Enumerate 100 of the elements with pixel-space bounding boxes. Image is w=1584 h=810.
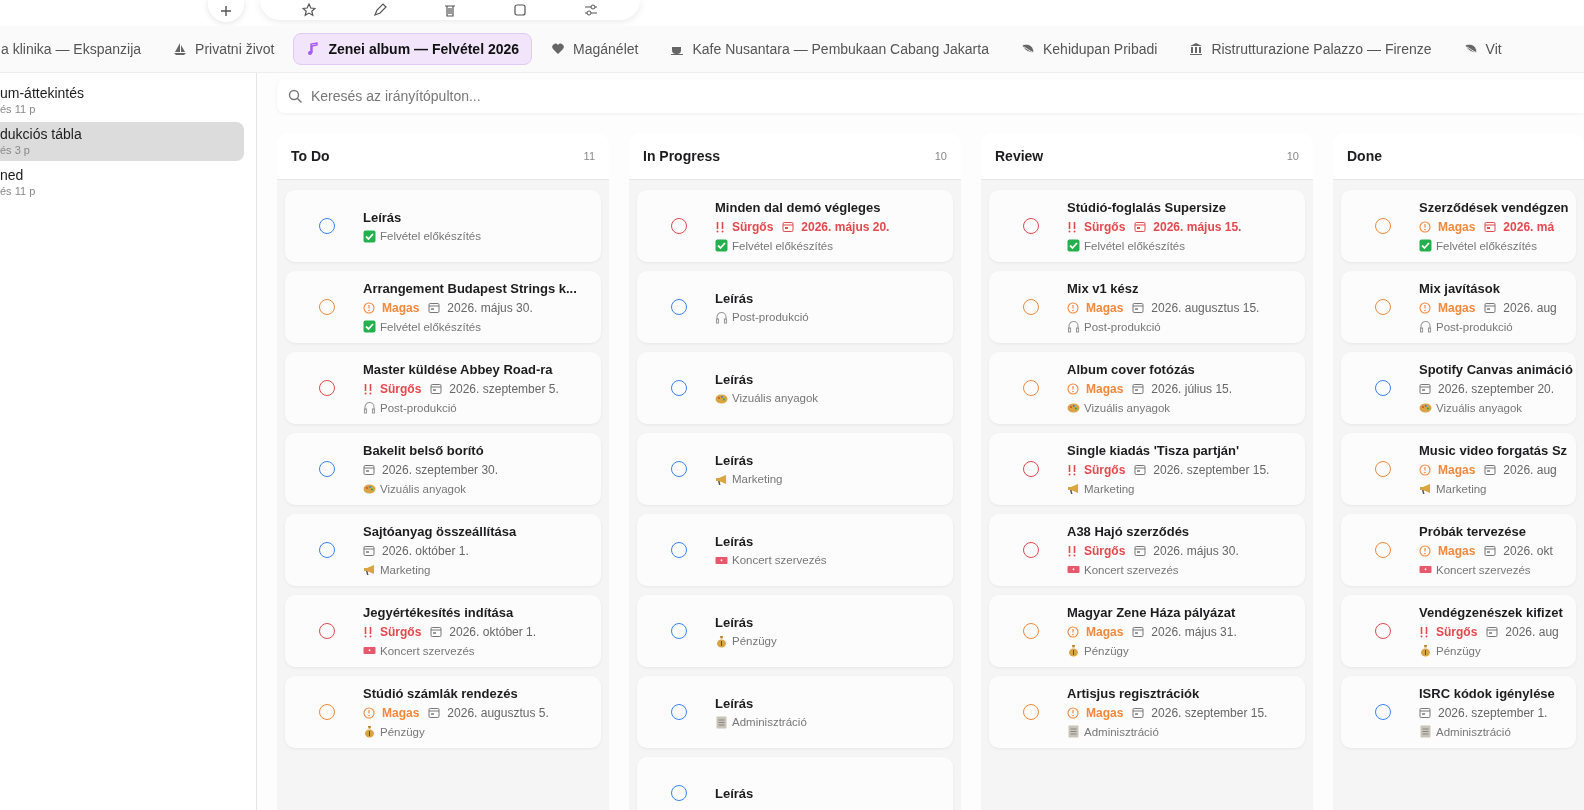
project-tab[interactable]: Kehidupan Pribadi (1007, 33, 1171, 65)
task-card[interactable]: Vendégzenészek kifizet Sürgős 2026. aug Pénzügy (1341, 595, 1576, 667)
task-card[interactable]: Single kiadás 'Tisza partján' Sürgős 2026. szeptember 15. Marketing (989, 433, 1305, 505)
task-card[interactable]: Leírás Marketing (637, 433, 953, 505)
task-card[interactable]: Leírás Koncert szervezés (637, 514, 953, 586)
trash-icon[interactable] (442, 3, 457, 17)
task-title: Leírás (363, 209, 403, 225)
double-exclamation-icon (1067, 545, 1077, 557)
sidebar-item[interactable]: ned és 11 p (0, 163, 244, 202)
card-count: 10 (1286, 150, 1299, 162)
ticket-icon (1419, 563, 1432, 576)
task-card[interactable]: Próbák tervezése Magas 2026. okt Koncert szervezés (1341, 514, 1576, 586)
search-field[interactable]: Keresés az irányítópulton... (277, 79, 1584, 113)
project-tab[interactable]: Privatni život (160, 33, 288, 65)
due-date: 2026. aug (1503, 301, 1557, 315)
task-card[interactable]: Spotify Canvas animáció 2026. szeptember 20. Vizuális anyagok (1341, 352, 1576, 424)
megaphone-icon (1067, 482, 1080, 495)
task-title: Mix javítások (1419, 281, 1501, 296)
sidebar-item[interactable]: dukciós tábla és 3 p (0, 122, 244, 161)
priority-label: Magas (1086, 382, 1124, 396)
task-card[interactable]: Master küldése Abbey Road-ra Sürgős 2026. szeptember 5. Post-produkció (285, 352, 601, 424)
priority-label: Sürgős (1084, 544, 1126, 558)
priority-label: Magas (1438, 220, 1476, 234)
document-icon (1067, 725, 1080, 738)
priority-label: Sürgős (380, 625, 422, 639)
project-tab[interactable]: Ristrutturazione Palazzo — Firenze (1176, 33, 1445, 65)
task-card[interactable]: Leírás Felvétel előkészítés (285, 190, 601, 262)
document-icon (715, 715, 728, 729)
task-card[interactable]: Mix javítások Magas 2026. aug Post-produkció (1341, 271, 1576, 343)
task-card[interactable]: Arrangement Budapest Strings k... Magas 2026. május 30. Felvétel előkészítés (285, 271, 601, 343)
project-tab[interactable]: Kafe Nusantara — Pembukaan Cabang Jakarta (657, 33, 1002, 65)
task-card[interactable]: Leírás Adminisztráció (637, 676, 953, 748)
due-date: 2026. szeptember 30. (382, 463, 499, 477)
task-title: Szerződések vendégzen (1419, 200, 1569, 215)
checkbox-icon (1419, 239, 1432, 252)
task-card[interactable]: Sajtóanyag összeállítása 2026. október 1. Marketing (285, 514, 601, 586)
heart-icon (551, 42, 566, 56)
ticket-icon (363, 644, 376, 657)
pen-icon[interactable] (372, 3, 387, 17)
task-title: Arrangement Budapest Strings k... (363, 281, 577, 296)
task-card[interactable]: Minden dal demó végleges Sürgős 2026. május 20. Felvétel előkészítés (637, 190, 953, 262)
task-title: Próbák tervezése (1419, 524, 1527, 539)
task-card[interactable]: A38 Hajó szerződés Sürgős 2026. május 30. Koncert szervezés (989, 514, 1305, 586)
sliders-icon[interactable] (583, 3, 598, 17)
star-icon[interactable] (302, 3, 317, 17)
alert-circle-icon (1419, 221, 1431, 233)
task-title: Album cover fotózás (1067, 362, 1196, 377)
task-card[interactable]: Album cover fotózás Magas 2026. július 15. Vizuális anyagok (989, 352, 1305, 424)
calendar-icon (1419, 383, 1431, 395)
task-card[interactable]: Bakelit belső borító 2026. szeptember 30. Vizuális anyagok (285, 433, 601, 505)
task-card[interactable]: Leírás (637, 757, 953, 810)
priority-label: Sürgős (380, 382, 422, 396)
calendar-icon (1484, 221, 1497, 233)
calendar-icon (363, 464, 375, 476)
leaf-icon (1020, 42, 1035, 56)
task-card[interactable]: Jegyértékesítés indítása Sürgős 2026. október 1. Koncert szervezés (285, 595, 601, 667)
due-date: 2026. május 20. (801, 220, 890, 234)
double-exclamation-icon (1067, 221, 1077, 233)
task-card[interactable]: Mix v1 kész Magas 2026. augusztus 15. Post-produkció (989, 271, 1305, 343)
headphones-icon (1419, 320, 1432, 333)
calendar-icon (782, 221, 795, 233)
task-card[interactable]: Leírás Vizuális anyagok (637, 352, 953, 424)
due-date: 2026. május 30. (447, 301, 533, 315)
task-title: Single kiadás 'Tisza partján' (1067, 443, 1241, 458)
task-card[interactable]: Leírás Pénzügy (637, 595, 953, 667)
add-button[interactable] (208, 0, 244, 22)
alert-circle-icon (363, 707, 375, 719)
project-tab[interactable]: Magánélet (538, 33, 652, 65)
due-date: 2026. okt (1503, 544, 1553, 558)
sidebar-item[interactable]: um-áttekintés és 11 p (0, 81, 244, 120)
task-card[interactable]: Music video forgatás Sz Magas 2026. aug Marketing (1341, 433, 1576, 505)
square-icon[interactable] (513, 3, 528, 17)
calendar-icon (1134, 221, 1147, 233)
task-title: Magyar Zene Háza pályázat (1067, 605, 1237, 620)
calendar-icon (1132, 626, 1145, 638)
task-card[interactable]: Stúdió számlák rendezés Magas 2026. augusztus 5. Pénzügy (285, 676, 601, 748)
due-date: 2026. szeptember 5. (449, 382, 559, 396)
task-card[interactable]: Magyar Zene Háza pályázat Magas 2026. május 31. Pénzügy (989, 595, 1305, 667)
category-label: Felvétel előkészítés (732, 239, 833, 252)
project-tab[interactable]: Zenei album — Felvétel 2026 (293, 33, 533, 65)
task-card[interactable]: Artisjus regisztrációk Magas 2026. szeptember 15. Adminisztráció (989, 676, 1305, 748)
calendar-icon (1132, 383, 1145, 395)
category-label: Vizuális anyagok (1436, 401, 1523, 414)
category-label: Post-produkció (732, 311, 809, 323)
task-card[interactable]: Leírás Post-produkció (637, 271, 953, 343)
priority-label: Sürgős (1084, 220, 1126, 234)
project-tab[interactable]: a klinika — Ekspanzija (0, 33, 155, 65)
due-date: 2026. május 30. (1153, 544, 1239, 558)
category-label: Felvétel előkészítés (1436, 239, 1537, 252)
double-exclamation-icon (363, 626, 373, 638)
category-label: Felvétel előkészítés (1084, 239, 1185, 252)
column-title: Review (995, 148, 1044, 164)
project-tab[interactable]: Vit (1450, 33, 1515, 65)
task-title: Sajtóanyag összeállítása (363, 524, 517, 539)
calendar-icon (1134, 545, 1147, 557)
task-card[interactable]: Szerződések vendégzen Magas 2026. má Felvétel előkészítés (1341, 190, 1576, 262)
item-subtitle: és 11 p (0, 103, 37, 115)
checkbox-icon (715, 239, 728, 252)
task-card[interactable]: Stúdió-foglalás Supersize Sürgős 2026. május 15. Felvétel előkészítés (989, 190, 1305, 262)
task-card[interactable]: ISRC kódok igénylése 2026. szeptember 1. Adminisztráció (1341, 676, 1576, 748)
